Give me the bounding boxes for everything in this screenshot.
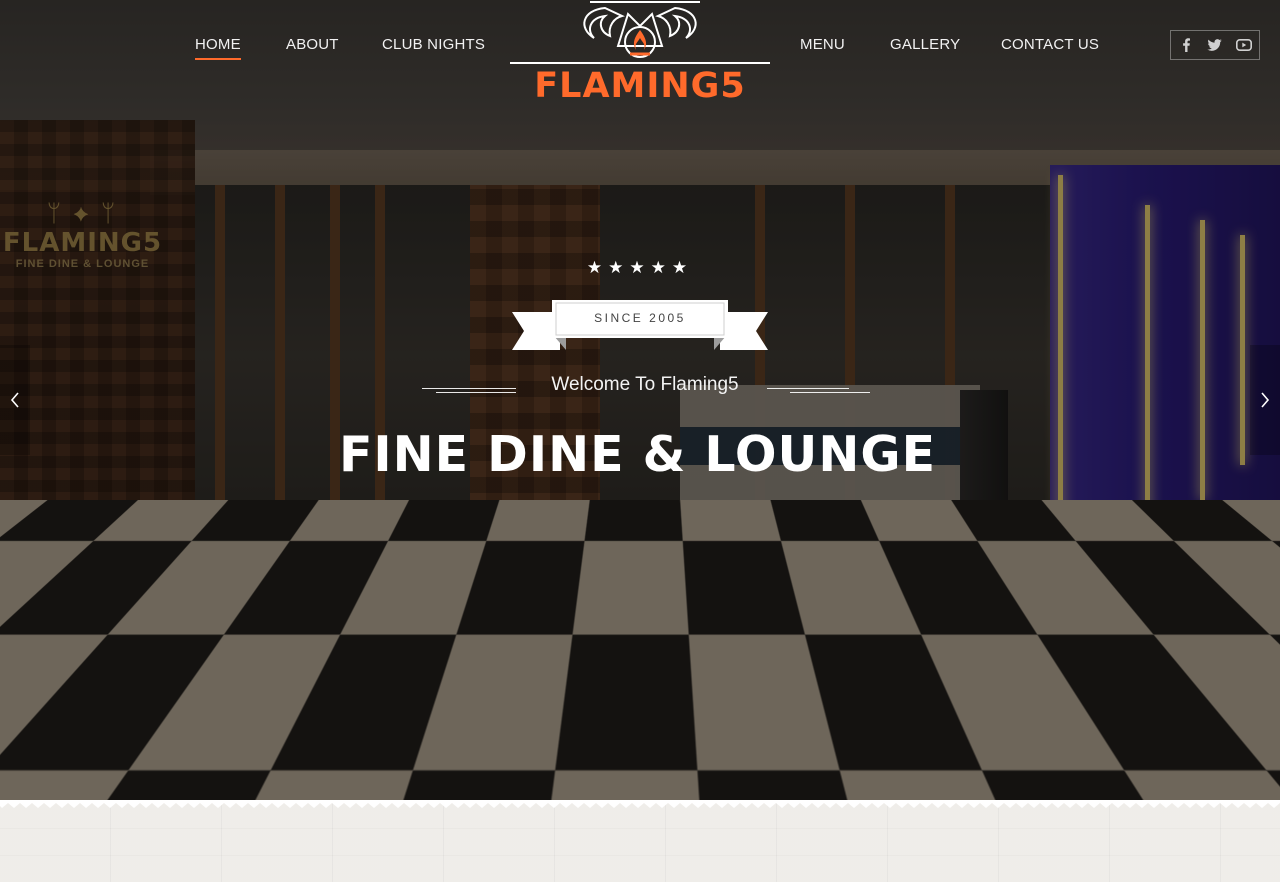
chevron-right-icon [1261,392,1270,408]
since-badge-text: SINCE 2005 [594,311,686,325]
nav-menu[interactable]: MENU [800,36,845,53]
slider-dot-1[interactable] [570,752,591,773]
chevron-left-icon [10,392,19,408]
rating-stars: ★★★★★ [586,258,694,278]
slider-dot-4[interactable] [663,755,678,770]
twitter-icon[interactable] [1204,34,1226,56]
nav-about[interactable]: ABOUT [286,36,339,53]
slider-dot-5[interactable] [693,755,708,770]
slider-dot-2[interactable] [603,755,618,770]
social-links [1170,30,1260,60]
slider-prev-button[interactable] [0,345,30,455]
nav-club-nights[interactable]: CLUB NIGHTS [382,36,485,53]
youtube-icon[interactable] [1233,34,1255,56]
flame-crest-icon [510,1,770,64]
slider-dot-3[interactable] [633,755,648,770]
welcome-rule-right [767,388,849,389]
site-logo[interactable]: FLAMING5 [510,0,770,110]
hero-dark-overlay [0,0,1280,800]
facebook-icon[interactable] [1175,34,1197,56]
welcome-text: Welcome To Flaming5 [551,374,739,395]
welcome-rule-left [422,388,516,389]
nav-contact-us[interactable]: CONTACT US [1001,36,1099,53]
hero-headline: FINE DINE & LOUNGE [338,426,937,483]
book-a-table-button[interactable]: BOOK A TABLE [550,540,732,586]
slider-next-button[interactable] [1250,345,1280,455]
zigzag-divider [0,800,1280,808]
next-section-background [0,800,1280,882]
slider-pagination [565,748,720,776]
welcome-line: Welcome To Flaming5 [420,374,870,400]
welcome-rule-right-2 [790,392,870,393]
nav-home[interactable]: HOME [195,36,241,60]
welcome-rule-left-2 [436,392,516,393]
header: HOME ABOUT CLUB NIGHTS FLAMING5 MENU GAL… [0,0,1280,115]
nav-gallery[interactable]: GALLERY [890,36,960,53]
hero-slider: ᛘ ✦ ᛘ FLAMING5 FINE DINE & LOUNGE HOME A… [0,0,1280,800]
logo-name: FLAMING5 [534,66,746,106]
